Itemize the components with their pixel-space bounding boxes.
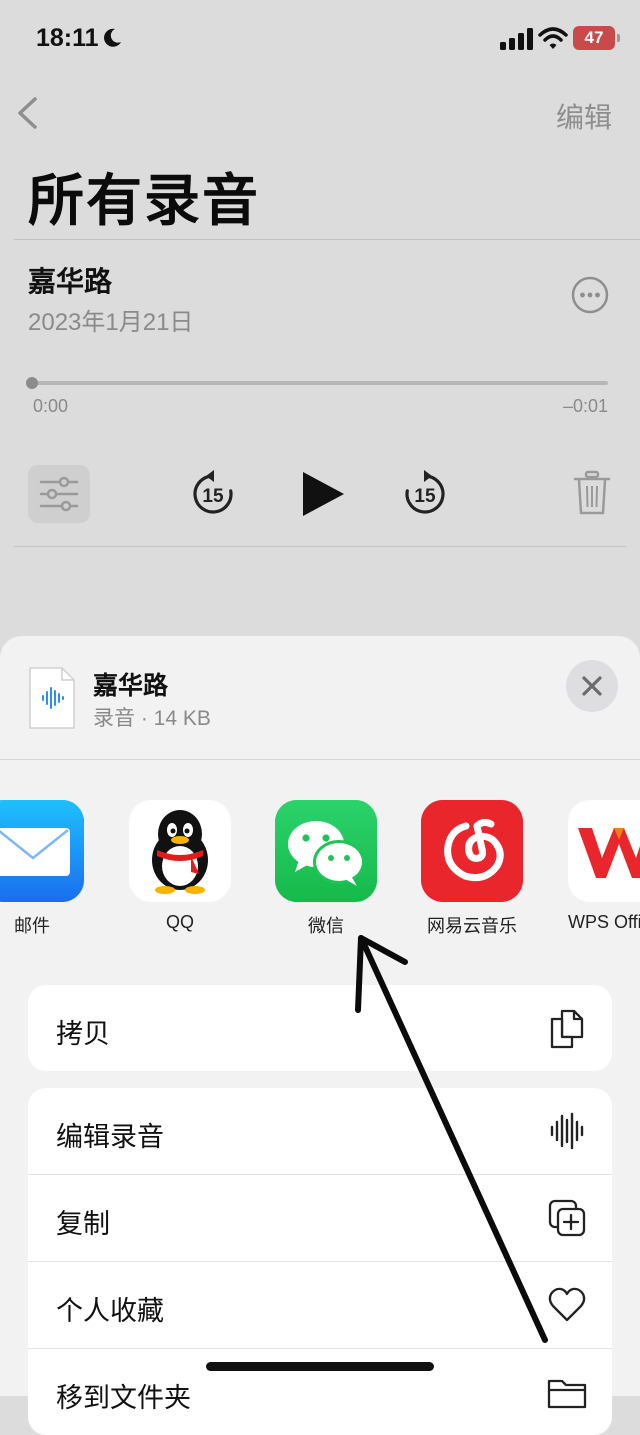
share-app-label: 网易云音乐	[427, 916, 517, 936]
trash-icon[interactable]	[572, 470, 612, 516]
action-edit-recording[interactable]: 编辑录音	[28, 1088, 612, 1174]
wifi-icon	[538, 27, 568, 49]
home-indicator	[206, 1362, 434, 1371]
share-app-label: 微信	[308, 916, 344, 936]
status-bar: 18:11 47	[0, 0, 640, 80]
close-button[interactable]	[566, 660, 618, 712]
action-favorite[interactable]: 个人收藏	[28, 1261, 612, 1348]
time-elapsed: 0:00	[33, 396, 69, 416]
action-label: 拷贝	[56, 1019, 110, 1049]
action-label: 移到文件夹	[56, 1383, 191, 1413]
playback-settings-button[interactable]	[28, 465, 90, 523]
battery-indicator: 47	[573, 26, 620, 50]
skip-back-15-icon[interactable]: 15	[190, 470, 236, 518]
skip-forward-label: 15	[414, 486, 436, 507]
recording-title: 嘉华路	[28, 266, 113, 297]
share-app-netease-music[interactable]	[421, 800, 523, 902]
page-title: 所有录音	[28, 169, 260, 232]
share-app-label: QQ	[165, 912, 194, 932]
share-file-subtitle: 录音 · 14 KB	[93, 707, 211, 730]
action-duplicate[interactable]: 复制	[28, 1174, 612, 1261]
waveform-icon	[550, 1112, 584, 1150]
status-time: 18:11	[36, 24, 99, 52]
share-file-title: 嘉华路	[93, 672, 169, 700]
divider	[14, 239, 640, 240]
scrubber-knob[interactable]	[26, 377, 38, 389]
cellular-signal-icon	[500, 28, 533, 50]
share-app-label: 邮件	[14, 916, 50, 936]
share-app-wechat[interactable]	[275, 800, 377, 902]
more-options-icon[interactable]	[571, 276, 609, 314]
share-app-mail[interactable]	[0, 800, 84, 902]
wps-icon	[578, 828, 640, 878]
copy-icon	[550, 1009, 584, 1049]
divider	[0, 759, 640, 760]
audio-file-icon	[29, 667, 75, 729]
action-group: 编辑录音 复制 个人收藏 移到文件夹	[28, 1088, 612, 1435]
recording-date: 2023年1月21日	[28, 309, 194, 336]
skip-back-label: 15	[202, 486, 224, 507]
action-label: 复制	[56, 1209, 110, 1239]
mail-icon	[0, 800, 84, 902]
action-label: 个人收藏	[56, 1296, 164, 1326]
heart-icon	[548, 1287, 586, 1322]
action-copy[interactable]: 拷贝	[28, 985, 612, 1071]
share-app-qq[interactable]	[129, 800, 231, 902]
share-app-label: WPS Office	[568, 912, 640, 932]
folder-icon	[547, 1379, 587, 1409]
edit-button[interactable]: 编辑	[556, 96, 612, 136]
moon-icon	[104, 28, 121, 47]
qq-penguin-icon	[152, 810, 208, 894]
skip-forward-15-icon[interactable]: 15	[402, 470, 448, 518]
duplicate-icon	[548, 1199, 586, 1237]
share-sheet: 嘉华路 录音 · 14 KB 邮件 QQ 微信 网易云音乐 WPS Offi 拷…	[0, 636, 640, 1435]
share-app-wps[interactable]	[568, 800, 640, 902]
netease-music-icon	[421, 800, 523, 902]
battery-level: 47	[584, 28, 604, 47]
close-icon	[582, 676, 602, 696]
action-group: 拷贝	[28, 985, 612, 1071]
wechat-icon	[275, 800, 377, 902]
sliders-icon	[39, 476, 79, 512]
time-remaining: –0:01	[562, 396, 608, 416]
playback-scrubber[interactable]	[32, 381, 608, 385]
divider	[14, 546, 626, 547]
action-label: 编辑录音	[56, 1122, 164, 1152]
back-chevron-icon[interactable]	[14, 96, 40, 130]
play-icon[interactable]	[300, 470, 346, 518]
